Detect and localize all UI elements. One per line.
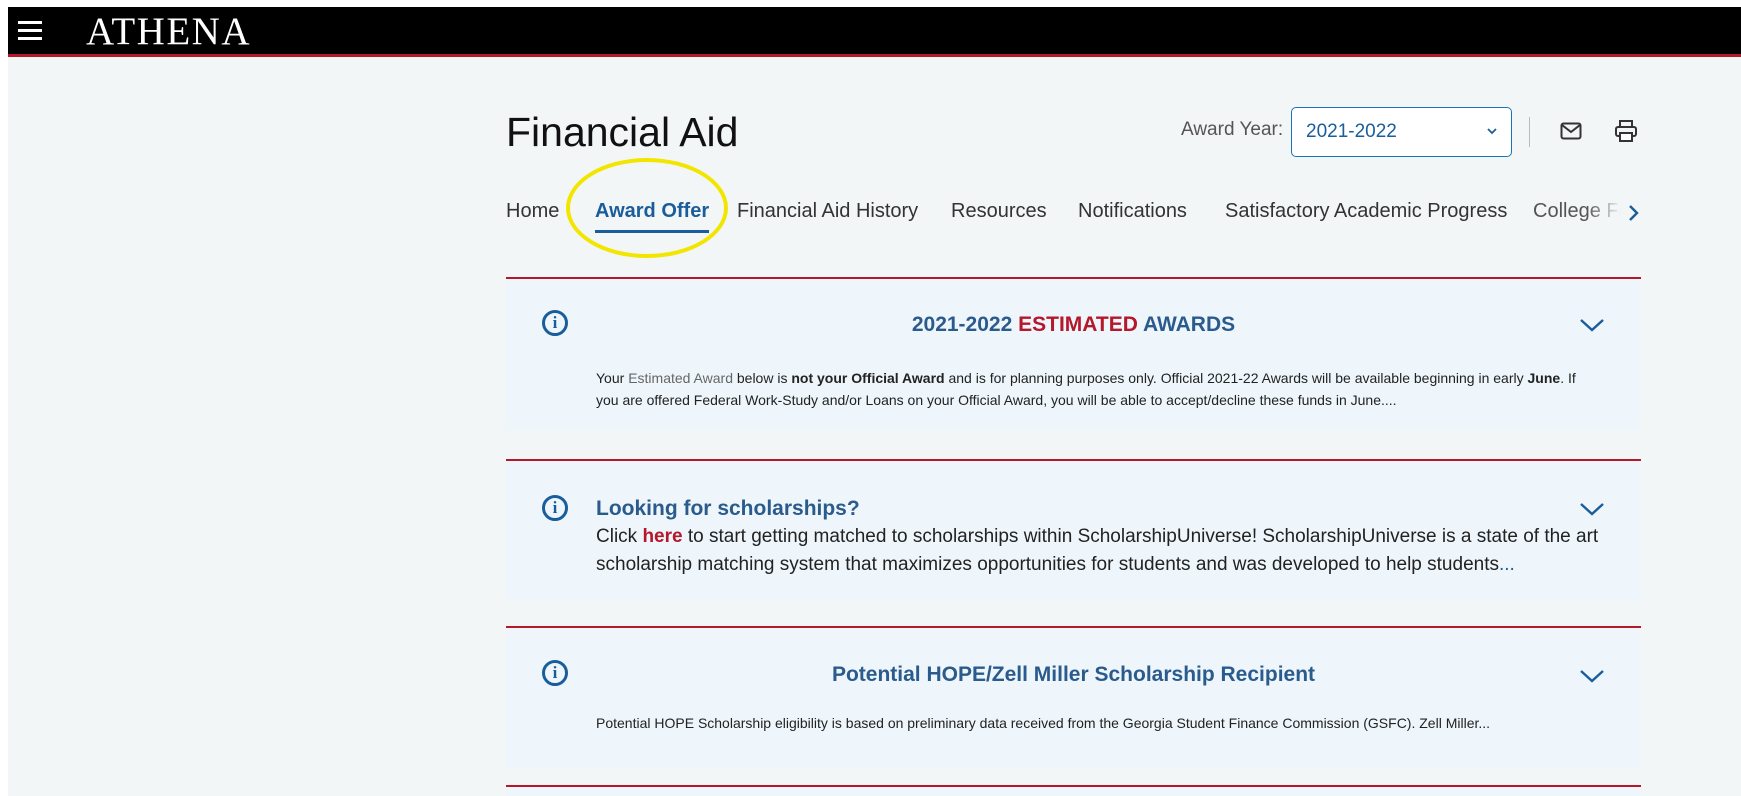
next-card — [506, 785, 1641, 796]
tab-notifications[interactable]: Notifications — [1078, 200, 1187, 223]
body-text: Click — [596, 526, 643, 547]
info-icon: i — [542, 495, 568, 521]
body-text: to start getting matched to scholarships… — [596, 526, 1599, 575]
chevron-down-icon — [1487, 128, 1497, 135]
body-muted-text: Estimated Award — [628, 370, 733, 386]
read-more-ellipsis[interactable]: ... — [1499, 554, 1515, 575]
card-body: Your Estimated Award below is not your O… — [596, 367, 1596, 411]
title-year: 2021-2022 — [911, 313, 1013, 336]
estimated-awards-card: i 2021-2022 ESTIMATED AWARDS Your Estima… — [506, 277, 1641, 430]
body-text: Your — [596, 370, 629, 386]
card-title: 2021-2022 ESTIMATED AWARDS — [506, 313, 1641, 337]
body-text: below is — [732, 370, 792, 386]
tab-award-offer[interactable]: Award Offer — [595, 200, 710, 233]
body-text: and is for planning purposes only. Offic… — [944, 370, 1528, 386]
body-bold-text: June — [1527, 370, 1561, 386]
title-emphasis: ESTIMATED — [1018, 313, 1138, 336]
scholarships-card: i Looking for scholarships? Click here t… — [506, 459, 1641, 601]
card-body: Click here to start getting matched to s… — [596, 523, 1606, 579]
hope-scholarship-card: i Potential HOPE/Zell Miller Scholarship… — [506, 626, 1641, 768]
tab-bar: Home Award Offer Financial Aid History R… — [506, 200, 1641, 236]
card-title: Potential HOPE/Zell Miller Scholarship R… — [831, 663, 1316, 686]
hamburger-menu-icon[interactable] — [18, 21, 42, 41]
award-year-value: 2021-2022 — [1306, 121, 1397, 142]
chevron-right-icon[interactable] — [1626, 204, 1640, 222]
scholarship-universe-link[interactable]: here — [642, 526, 682, 547]
tab-home[interactable]: Home — [506, 200, 559, 223]
expand-chevron-icon[interactable] — [1579, 317, 1605, 333]
title-rest: AWARDS — [1142, 313, 1236, 336]
brand-logo[interactable]: ATHENA — [86, 9, 251, 55]
tab-satisfactory-academic-progress[interactable]: Satisfactory Academic Progress — [1225, 200, 1507, 223]
tab-financial-aid-history[interactable]: Financial Aid History — [737, 200, 918, 223]
award-year-select[interactable]: 2021-2022 — [1291, 107, 1512, 157]
expand-chevron-icon[interactable] — [1579, 668, 1605, 684]
tab-resources[interactable]: Resources — [951, 200, 1047, 223]
card-title: Looking for scholarships? — [596, 497, 860, 520]
header-divider — [1529, 117, 1530, 147]
card-body: Potential HOPE Scholarship eligibility i… — [596, 715, 1491, 731]
page-title: Financial Aid — [506, 109, 739, 155]
print-icon[interactable] — [1614, 119, 1638, 143]
award-year-label: Award Year: — [1181, 119, 1284, 140]
expand-chevron-icon[interactable] — [1579, 501, 1605, 517]
tab-college-financing[interactable]: College Fi — [1533, 200, 1621, 223]
top-bar: ATHENA — [8, 7, 1741, 57]
email-icon[interactable] — [1560, 122, 1582, 140]
body-bold-text: not your Official Award — [791, 370, 945, 386]
